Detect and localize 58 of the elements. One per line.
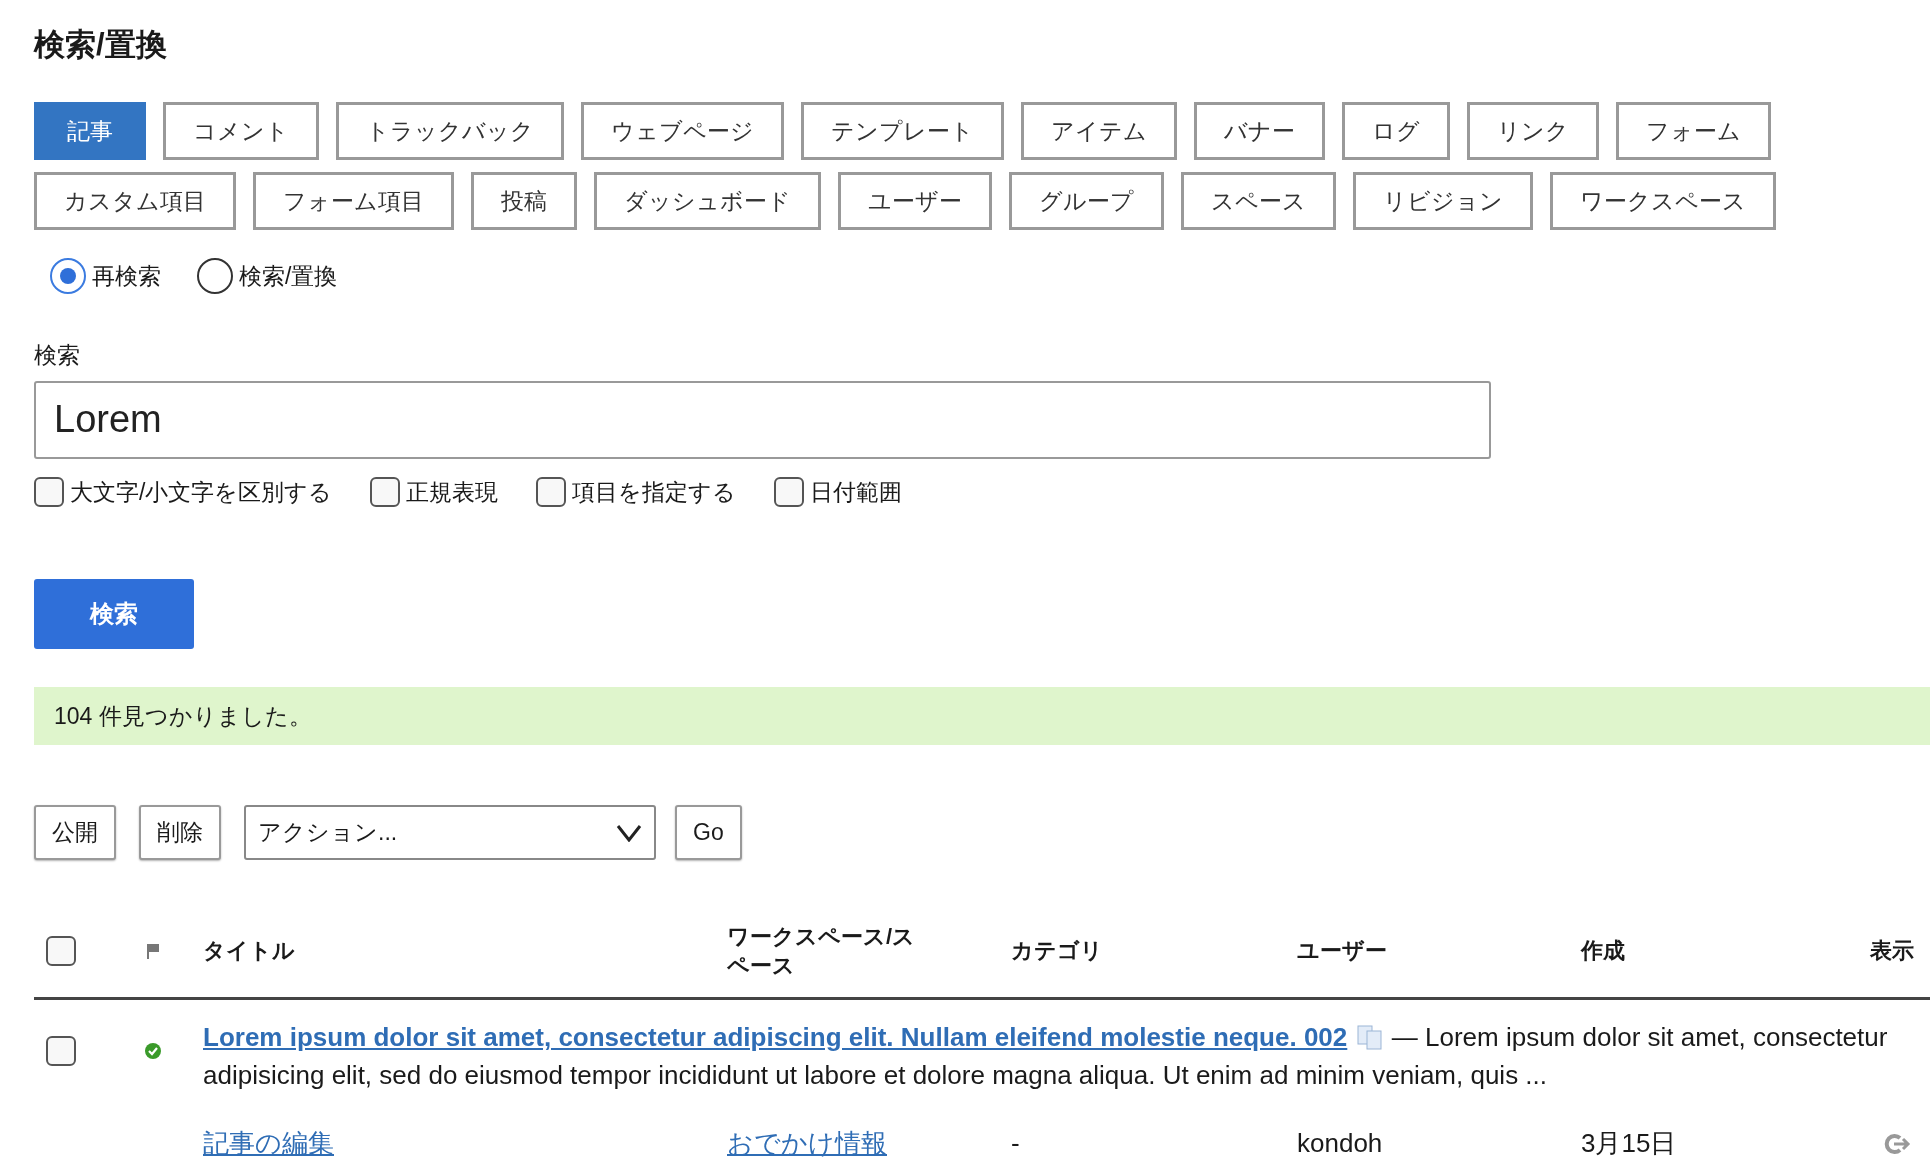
workspace-link[interactable]: おでかけ情報 (727, 1128, 887, 1158)
tab[interactable]: スペース (1181, 172, 1336, 230)
column-header: ユーザー (1297, 937, 1388, 965)
tab[interactable]: フォーム (1616, 102, 1771, 160)
column-header: 作成 (1581, 937, 1626, 965)
checkbox-label: 大文字/小文字を区別する (70, 477, 333, 507)
tab[interactable]: ウェブページ (581, 102, 784, 160)
tab[interactable]: 投稿 (471, 172, 577, 230)
user-cell: kondoh (1297, 1128, 1383, 1158)
tab[interactable]: フォーム項目 (253, 172, 454, 230)
tab[interactable]: グループ (1009, 172, 1164, 230)
select-all-checkbox[interactable] (46, 935, 76, 966)
radio-button[interactable] (50, 258, 86, 294)
action-button[interactable]: 削除 (139, 805, 221, 860)
action-dropdown[interactable]: アクション... (244, 805, 656, 860)
tab[interactable]: リビジョン (1353, 172, 1533, 230)
checkbox[interactable] (34, 476, 64, 507)
column-header: ワークスペース/スペース (727, 922, 917, 980)
checkbox[interactable] (774, 476, 805, 507)
tab[interactable]: バナー (1194, 102, 1325, 160)
field-label: 検索 (34, 341, 80, 370)
tab[interactable]: ログ (1342, 102, 1450, 160)
tab[interactable]: ワークスペース (1550, 172, 1776, 230)
category-cell: - (1011, 1128, 1020, 1158)
tab[interactable]: ユーザー (838, 172, 992, 230)
radio-button[interactable] (197, 258, 233, 294)
search-field[interactable]: Lorem (34, 380, 1491, 459)
radio-label: 検索/置換 (239, 261, 338, 291)
checkbox[interactable] (370, 476, 401, 507)
article-title-link[interactable]: Lorem ipsum dolor sit amet, consectetur adipiscing elit. Nullam eleifend molestie neque. 002 (203, 1022, 1348, 1052)
tab[interactable]: ダッシュボード (594, 172, 821, 230)
tab[interactable]: コメント (163, 102, 319, 160)
tab[interactable]: テンプレート (801, 102, 1004, 160)
checkbox-label: 正規表現 (406, 477, 499, 507)
edit-link[interactable]: 記事の編集 (203, 1128, 334, 1158)
tab[interactable]: アイテム (1021, 102, 1177, 160)
go-button[interactable]: Go (675, 805, 742, 860)
excerpt-text: Lorem ipsum dolor sit amet, consectetur adipiscing elit. Nullam eleifend molestie neque. 002 — Lorem ipsum dolor sit amet, consectetur adipisicing elit, sed do eiusmod tempor incididunt ut labore et dolore magna aliqua. Ut enim ad minim veniam, quis ... (203, 1021, 1889, 1092)
result-message: 104 件見つかりました。 (34, 687, 1930, 745)
action-button[interactable]: 公開 (34, 805, 116, 860)
date-cell: 3月15日 (1581, 1128, 1677, 1158)
search-button[interactable]: 検索 (34, 579, 194, 649)
row-checkbox[interactable] (46, 1036, 76, 1066)
radio-label: 再検索 (92, 261, 161, 291)
tab[interactable]: リンク (1467, 102, 1599, 160)
column-header: カテゴリ (1011, 937, 1104, 965)
checkbox[interactable] (536, 476, 567, 507)
checkbox-label: 日付範囲 (810, 477, 903, 507)
chevron-down-icon (616, 823, 642, 842)
tab[interactable]: カスタム項目 (34, 172, 236, 230)
column-header: 表示 (1870, 937, 1914, 965)
page-title: 検索/置換 (34, 26, 168, 64)
column-header: タイトル (203, 937, 296, 965)
tab[interactable]: 記事 (34, 102, 146, 160)
tab[interactable]: トラックバック (336, 102, 564, 160)
flag-icon (146, 942, 160, 959)
view-icon[interactable] (1884, 1132, 1912, 1155)
checkbox-label: 項目を指定する (572, 477, 737, 507)
